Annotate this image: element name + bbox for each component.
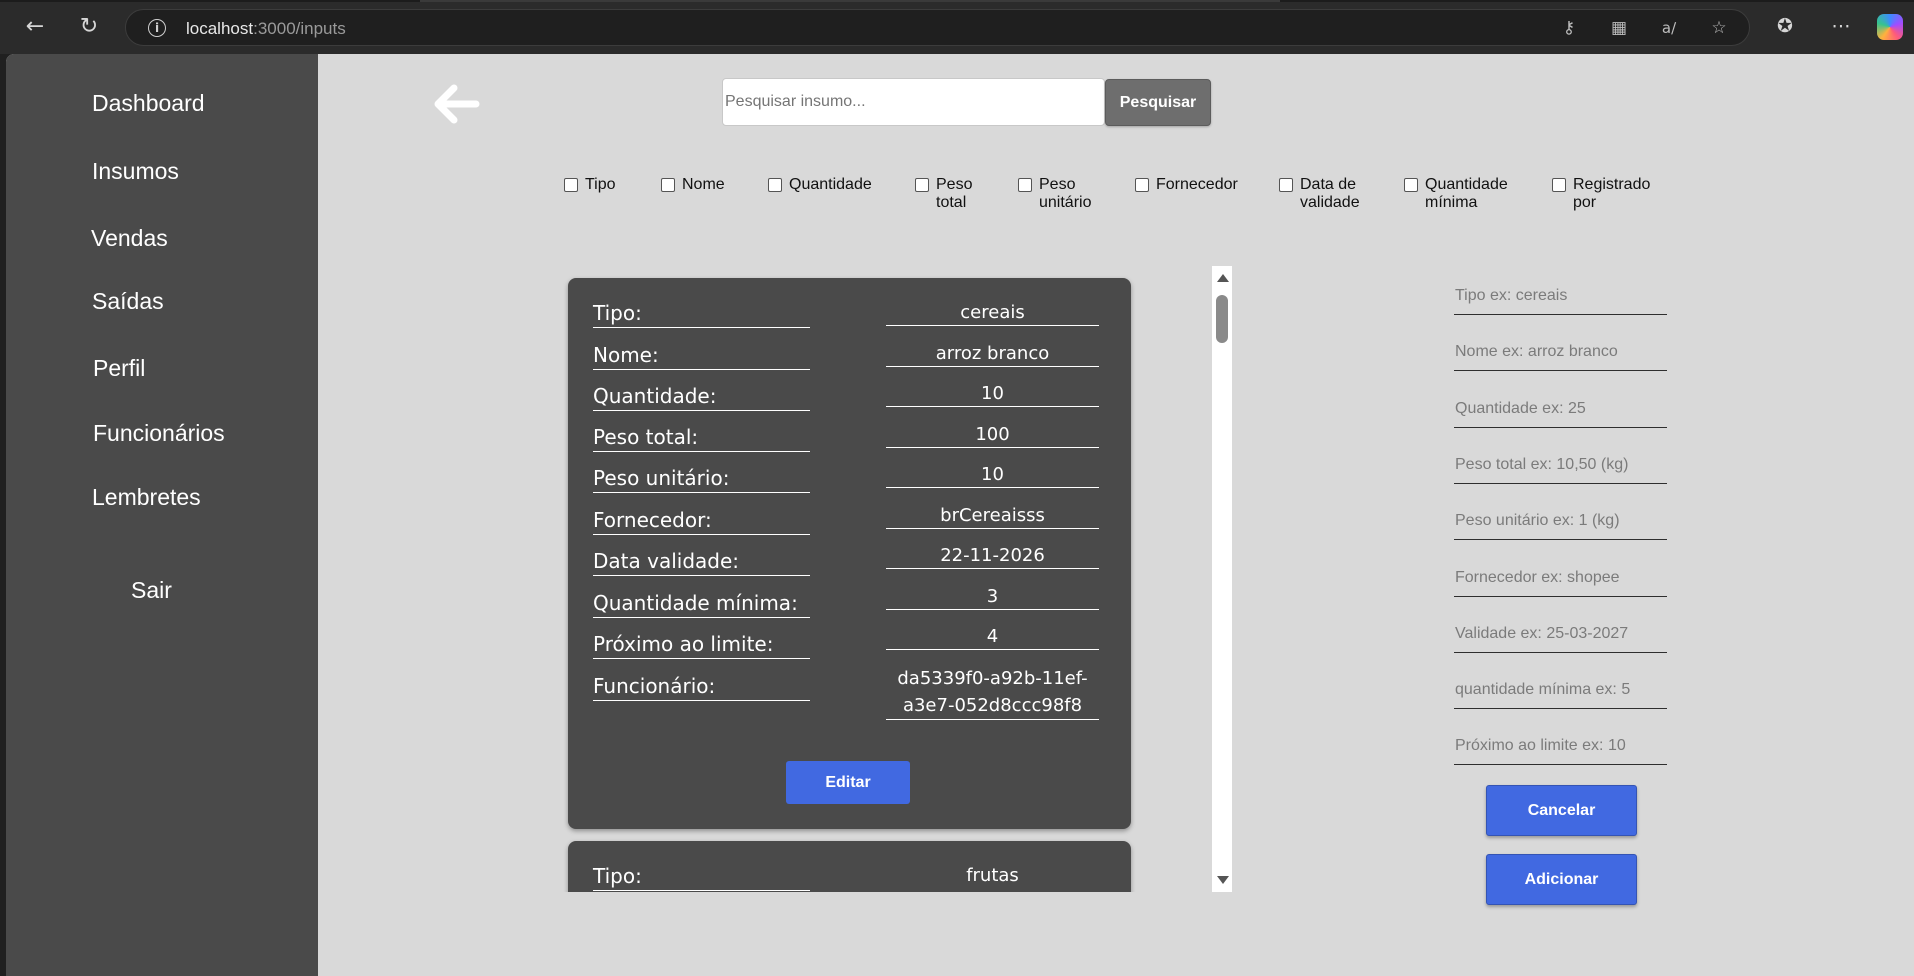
filter-label: Quantidade mínima xyxy=(1425,176,1508,211)
insumos-list: Tipo: cereais Nome: arroz branco Quantid… xyxy=(562,266,1238,892)
url-text[interactable]: localhost:3000/inputs xyxy=(186,19,346,39)
filter-registrado-por[interactable]: Registrado por xyxy=(1552,176,1650,212)
copilot-icon[interactable] xyxy=(1877,14,1903,40)
filter-tipo[interactable]: Tipo xyxy=(564,176,616,194)
filter-label: Registrado por xyxy=(1573,176,1651,211)
field-value-quantidade-minima: 3 xyxy=(886,584,1099,610)
field-label-fornecedor: Fornecedor: xyxy=(593,507,810,535)
search-button[interactable]: Pesquisar xyxy=(1105,79,1211,126)
favorites-icon[interactable]: ✪ xyxy=(1771,12,1799,40)
cancel-button[interactable]: Cancelar xyxy=(1486,785,1637,836)
field-label-nome: Nome: xyxy=(593,342,810,370)
tab-strip-highlight xyxy=(420,0,1280,2)
filter-peso-total[interactable]: Peso total xyxy=(915,176,972,212)
filter-checkbox[interactable] xyxy=(915,178,929,192)
filter-peso-unitario[interactable]: Peso unitário xyxy=(1018,176,1091,212)
tipo-field[interactable] xyxy=(1454,277,1667,315)
filter-label: Peso total xyxy=(936,176,973,211)
field-value-peso-unitario: 10 xyxy=(886,462,1099,488)
translate-icon[interactable]: a∕ xyxy=(1658,17,1680,39)
filter-checkbox[interactable] xyxy=(1552,178,1566,192)
filter-label: Peso unitário xyxy=(1039,176,1092,211)
field-value-data-validade: 22-11-2026 xyxy=(886,543,1099,569)
sidebar-item-insumos[interactable]: Insumos xyxy=(92,158,179,185)
filter-checkbox[interactable] xyxy=(564,178,578,192)
field-label-quantidade-minima: Quantidade mínima: xyxy=(593,590,810,618)
filter-quantidade-minima[interactable]: Quantidade mínima xyxy=(1404,176,1508,212)
field-label-quantidade: Quantidade: xyxy=(593,383,810,411)
site-info-icon[interactable]: i xyxy=(148,19,166,37)
field-label-proximo-limite: Próximo ao limite: xyxy=(593,631,810,659)
filter-data-validade[interactable]: Data de validade xyxy=(1279,176,1360,212)
quantidade-minima-field[interactable] xyxy=(1454,671,1667,709)
insumo-card: Tipo: frutas xyxy=(568,841,1131,892)
filter-checkbox[interactable] xyxy=(1135,178,1149,192)
filter-checkbox[interactable] xyxy=(768,178,782,192)
search-input[interactable] xyxy=(722,78,1105,126)
scroll-up-arrow-icon[interactable] xyxy=(1217,274,1229,282)
address-bar[interactable]: i localhost:3000/inputs ⚷ ▦ a∕ ☆ xyxy=(125,9,1750,46)
more-menu-icon[interactable]: ⋯ xyxy=(1827,12,1855,40)
field-label-tipo: Tipo: xyxy=(593,863,810,891)
field-value-tipo: cereais xyxy=(886,300,1099,326)
filter-label: Quantidade xyxy=(789,176,872,193)
sidebar-item-saidas[interactable]: Saídas xyxy=(92,288,164,315)
sidebar-item-vendas[interactable]: Vendas xyxy=(91,225,168,252)
sidebar: Dashboard Insumos Vendas Saídas Perfil F… xyxy=(6,54,318,976)
list-scrollbar[interactable] xyxy=(1212,266,1232,892)
field-value-tipo: frutas xyxy=(966,865,1019,886)
filter-checkbox[interactable] xyxy=(1404,178,1418,192)
favorite-star-icon[interactable]: ☆ xyxy=(1708,17,1730,39)
field-label-funcionario: Funcionário: xyxy=(593,673,810,701)
field-label-tipo: Tipo: xyxy=(593,300,810,328)
peso-total-field[interactable] xyxy=(1454,446,1667,484)
filter-quantidade[interactable]: Quantidade xyxy=(768,176,872,194)
logout-button[interactable]: Sair xyxy=(131,577,172,604)
filter-label: Nome xyxy=(682,176,725,193)
scroll-thumb[interactable] xyxy=(1216,295,1228,343)
filter-checkbox[interactable] xyxy=(1018,178,1032,192)
field-label-peso-unitario: Peso unitário: xyxy=(593,465,810,493)
apps-icon[interactable]: ▦ xyxy=(1608,17,1630,39)
sidebar-item-lembretes[interactable]: Lembretes xyxy=(92,484,201,511)
insumo-card: Tipo: cereais Nome: arroz branco Quantid… xyxy=(568,278,1131,829)
quantidade-field[interactable] xyxy=(1454,390,1667,428)
filter-label: Tipo xyxy=(585,176,616,193)
field-value-funcionario: da5339f0-a92b-11ef-a3e7-052d8ccc98f8 xyxy=(886,665,1099,720)
browser-toolbar: ← ↻ i localhost:3000/inputs ⚷ ▦ a∕ ☆ ✪ ⋯ xyxy=(0,0,1914,54)
sidebar-item-dashboard[interactable]: Dashboard xyxy=(92,90,205,117)
filter-label: Data de validade xyxy=(1300,176,1360,211)
filter-label: Fornecedor xyxy=(1156,176,1238,193)
back-arrow-icon[interactable] xyxy=(430,78,482,130)
peso-unitario-field[interactable] xyxy=(1454,502,1667,540)
field-label-peso-total: Peso total: xyxy=(593,424,810,452)
filter-fornecedor[interactable]: Fornecedor xyxy=(1135,176,1238,194)
field-label-data-validade: Data validade: xyxy=(593,548,810,576)
field-value-nome: arroz branco xyxy=(886,341,1099,367)
field-value-proximo-limite: 4 xyxy=(886,624,1099,650)
field-value-fornecedor: brCereaisss xyxy=(886,503,1099,529)
filter-checkbox[interactable] xyxy=(1279,178,1293,192)
key-icon[interactable]: ⚷ xyxy=(1558,17,1580,39)
app-viewport: Dashboard Insumos Vendas Saídas Perfil F… xyxy=(6,54,1914,976)
fornecedor-field[interactable] xyxy=(1454,559,1667,597)
edit-button[interactable]: Editar xyxy=(786,761,910,804)
validade-field[interactable] xyxy=(1454,615,1667,653)
add-button[interactable]: Adicionar xyxy=(1486,854,1637,905)
scroll-down-arrow-icon[interactable] xyxy=(1217,876,1229,884)
field-value-peso-total: 100 xyxy=(886,422,1099,448)
proximo-limite-field[interactable] xyxy=(1454,727,1667,765)
reload-icon[interactable]: ↻ xyxy=(74,11,104,41)
back-icon[interactable]: ← xyxy=(20,11,50,41)
sidebar-item-funcionarios[interactable]: Funcionários xyxy=(93,420,225,447)
sidebar-item-perfil[interactable]: Perfil xyxy=(93,355,145,382)
filter-checkbox[interactable] xyxy=(661,178,675,192)
filter-nome[interactable]: Nome xyxy=(661,176,725,194)
field-value-quantidade: 10 xyxy=(886,381,1099,407)
nome-field[interactable] xyxy=(1454,333,1667,371)
